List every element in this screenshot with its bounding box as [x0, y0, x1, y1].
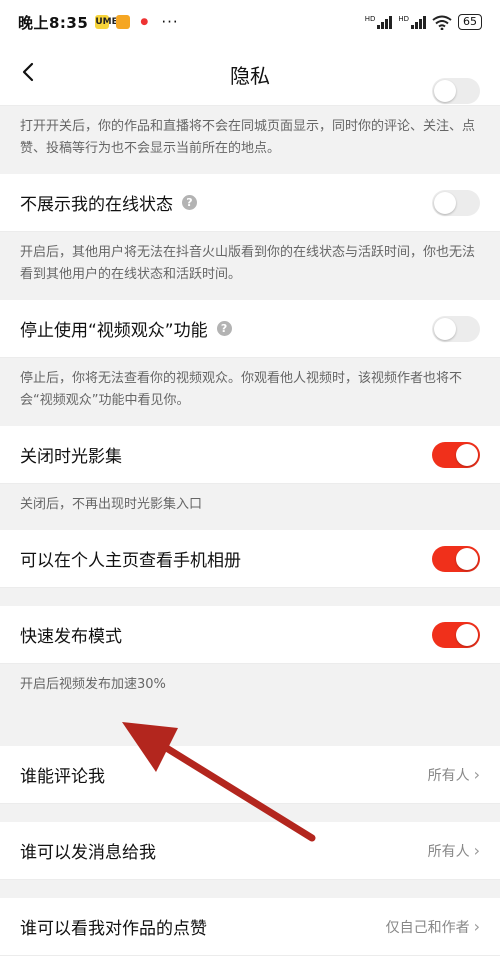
who-can-comment-row[interactable]: 谁能评论我 所有人 › — [0, 746, 500, 804]
who-can-see-likes-row[interactable]: 谁可以看我对作品的点赞 仅自己和作者 › — [0, 898, 500, 956]
app-notification-icon: ● — [137, 15, 152, 29]
online-status-description: 开启后，其他用户将无法在抖音火山版看到你的在线状态与活跃时间，你也无法看到其他用… — [0, 232, 500, 300]
page-title: 隐私 — [230, 63, 270, 88]
section-gap — [0, 588, 500, 606]
chevron-left-icon — [22, 62, 34, 82]
video-viewers-description: 停止后，你将无法查看你的视频观众。你观看他人视频时，该视频作者也将不会“视频观众… — [0, 358, 500, 426]
time-album-description: 关闭后，不再出现时光影集入口 — [0, 484, 500, 530]
more-notifications-icon: ··· — [161, 13, 179, 31]
status-time: 晚上8:35 — [18, 13, 89, 32]
chevron-right-icon: › — [473, 765, 480, 784]
section-gap — [0, 804, 500, 822]
who-can-message-row[interactable]: 谁可以发消息给我 所有人 › — [0, 822, 500, 880]
location-description: 打开开关后，你的作品和直播将不会在同城页面显示，同时你的评论、关注、点赞、投稿等… — [0, 106, 500, 174]
chevron-right-icon: › — [473, 841, 480, 860]
phone-album-row: 可以在个人主页查看手机相册 — [0, 530, 500, 588]
setting-label: 可以在个人主页查看手机相册 — [20, 551, 241, 571]
quick-publish-description: 开启后视频发布加速30% — [0, 664, 500, 710]
time-album-toggle[interactable] — [432, 441, 480, 468]
phone-album-toggle[interactable] — [432, 545, 480, 572]
back-button[interactable] — [14, 58, 42, 86]
settings-list: 打开开关后，你的作品和直播将不会在同城页面显示，同时你的评论、关注、点赞、投稿等… — [0, 77, 500, 956]
signal-icon: HD — [398, 15, 426, 29]
setting-label: 快速发布模式 — [20, 627, 122, 647]
setting-value: 所有人 › — [427, 841, 480, 860]
app-notification-icon: UME — [95, 15, 118, 29]
time-album-row: 关闭时光影集 — [0, 426, 500, 484]
help-icon[interactable]: ? — [182, 195, 197, 210]
video-viewers-toggle[interactable] — [432, 315, 480, 342]
section-gap — [0, 880, 500, 898]
setting-label: 谁可以发消息给我 — [20, 843, 156, 863]
location-toggle[interactable] — [432, 77, 480, 104]
location-setting-row[interactable] — [0, 77, 500, 106]
online-status-row: 不展示我的在线状态 ? — [0, 174, 500, 232]
video-viewers-row: 停止使用“视频观众”功能 ? — [0, 300, 500, 358]
online-status-toggle[interactable] — [432, 189, 480, 216]
quick-publish-toggle[interactable] — [432, 621, 480, 648]
section-gap — [0, 710, 500, 746]
signal-icon: HD — [365, 15, 393, 29]
setting-value: 仅自己和作者 › — [385, 917, 480, 936]
status-bar: 晚上8:35 UME ● ··· HD HD 65 — [0, 0, 500, 44]
setting-label: 停止使用“视频观众”功能 — [20, 321, 208, 341]
quick-publish-row: 快速发布模式 — [0, 606, 500, 664]
battery-icon: 65 — [458, 14, 482, 30]
setting-label: 谁可以看我对作品的点赞 — [20, 919, 207, 939]
app-notification-icon — [116, 15, 131, 29]
setting-value: 所有人 › — [427, 765, 480, 784]
chevron-right-icon: › — [473, 917, 480, 936]
wifi-icon — [432, 15, 452, 30]
help-icon[interactable]: ? — [216, 321, 232, 336]
setting-label: 谁能评论我 — [20, 767, 105, 787]
setting-label: 不展示我的在线状态 — [20, 195, 173, 215]
setting-label: 关闭时光影集 — [20, 447, 122, 467]
